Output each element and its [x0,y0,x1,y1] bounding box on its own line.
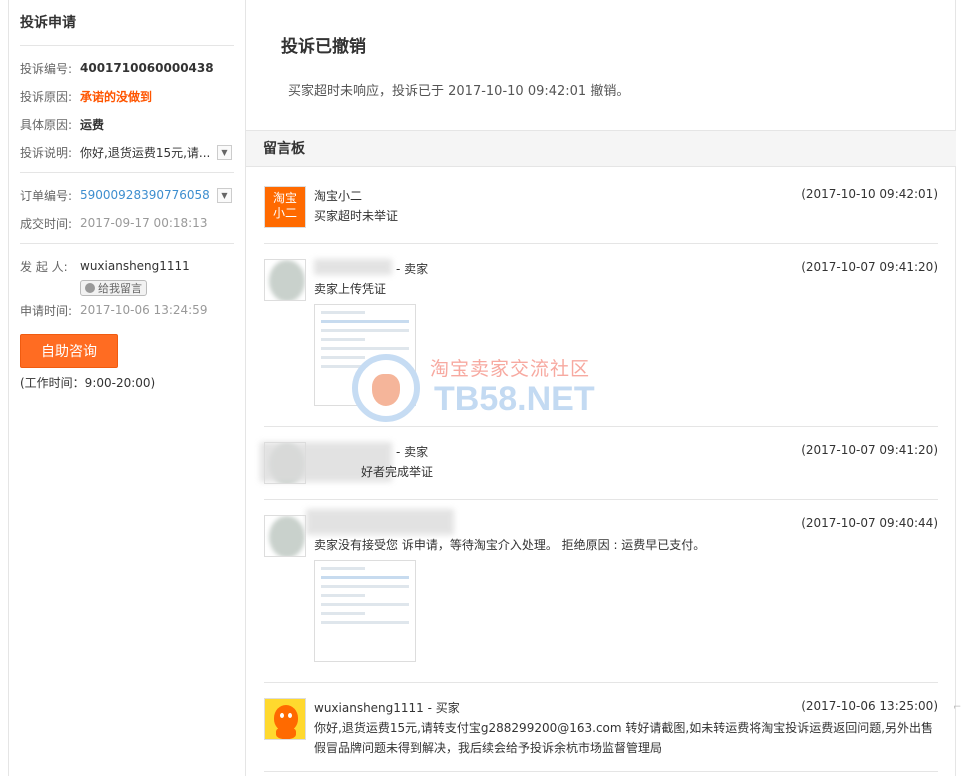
desc-value: 你好,退货运费15元,请... [80,145,211,160]
deal-time-label: 成交时间: [20,216,73,231]
order-no-link[interactable]: 59000928390776058 [80,188,210,202]
message-item: wuxiansheng1111 - 买家 (2017-10-06 13:25:0… [264,698,938,772]
message-text: 你好,退货运费15元,请转支付宝g288299200@163.com 转好请截图… [314,721,934,755]
complaint-info-section: 投诉编号: 4001710060000438 投诉原因: 承诺的没做到 具体原因… [20,46,234,173]
leave-message-label: 给我留言 [98,282,142,295]
message-time: (2017-10-07 09:41:20) [801,260,938,274]
message-author: - 卖家 [396,262,429,276]
blurred-name [314,259,392,275]
apply-time-label: 申请时间: [20,303,73,318]
order-no-row: 订单编号: 59000928390776058 ▼ [20,181,234,209]
order-no-label: 订单编号: [20,188,73,203]
resize-handle-icon: ⌐ [953,702,961,713]
initiator-value: wuxiansheng1111 [80,259,190,273]
message-item: - 卖家 (2017-10-07 09:41:20) 卖家上传凭证 [264,259,938,427]
message-time: (2017-10-10 09:42:01) [801,187,938,201]
status-title: 投诉已撤销 [281,37,366,57]
deal-time-value: 2017-09-17 00:18:13 [80,216,208,230]
initiator-row: 发 起 人: wuxiansheng1111 [20,252,234,280]
reason-label: 投诉原因: [20,89,73,104]
message-board-header: 留言板 [246,130,956,167]
evidence-thumbnail[interactable] [314,560,416,662]
message-item: - 卖家 (2017-10-07 09:41:20) 好者完成举证 [260,442,938,500]
message-item: (2017-10-07 09:40:44) 卖家没有接受您 诉申请，等待淘宝介入… [264,509,938,683]
message-author: - 卖家 [396,445,429,459]
message-time: (2017-10-07 09:41:20) [801,443,938,457]
seller-avatar [264,515,306,557]
message-text: 买家超时未举证 [314,209,399,223]
desc-row: 投诉说明: 你好,退货运费15元,请... ▼ [20,138,234,166]
initiator-section: 发 起 人: wuxiansheng1111 给我留言 申请时间: 2017-1… [20,244,234,397]
reason-value: 承诺的没做到 [80,89,153,104]
message-text: 卖家没有接受您 诉申请，等待淘宝介入处理。 拒绝原因 : 运费早已支付。 [314,538,706,552]
deal-time-row: 成交时间: 2017-09-17 00:18:13 [20,209,234,237]
chevron-down-icon: ▼ [221,191,228,200]
evidence-thumbnail[interactable] [314,304,416,406]
message-time: (2017-10-06 13:25:00) [801,699,938,713]
chat-bubble-icon [85,283,95,293]
message-time: (2017-10-07 09:40:44) [801,516,938,530]
detail-reason-label: 具体原因: [20,117,73,132]
complaint-no-value: 4001710060000438 [80,61,214,75]
blurred-name [306,509,454,535]
message-author: wuxiansheng1111 - 买家 [314,701,460,715]
seller-avatar [264,259,306,301]
complaint-no-row: 投诉编号: 4001710060000438 [20,54,234,82]
message-item: 淘宝 小二 淘宝小二 (2017-10-10 09:42:01) 买家超时未举证 [264,186,938,244]
message-author: 淘宝小二 [314,189,363,203]
buyer-avatar [264,698,306,740]
reason-row: 投诉原因: 承诺的没做到 [20,82,234,110]
message-text: 卖家上传凭证 [314,282,387,296]
work-time-text: (工作时间：9:00-20:00) [20,376,156,390]
complaint-main: 投诉已撤销 买家超时未响应，投诉已于 2017-10-10 09:42:01 撤… [246,0,956,776]
leave-message-button[interactable]: 给我留言 [80,280,147,296]
apply-time-row: 申请时间: 2017-10-06 13:24:59 [20,296,234,324]
complaint-no-label: 投诉编号: [20,61,73,76]
sidebar-title: 投诉申请 [20,0,234,46]
complaint-sidebar: 投诉申请 投诉编号: 4001710060000438 投诉原因: 承诺的没做到… [8,0,246,776]
status-description: 买家超时未响应，投诉已于 2017-10-10 09:42:01 撤销。 [288,84,630,99]
order-expand-button[interactable]: ▼ [217,188,232,203]
desc-expand-button[interactable]: ▼ [217,145,232,160]
initiator-label: 发 起 人: [20,259,68,274]
message-text: 好者完成举证 [361,465,434,479]
detail-reason-row: 具体原因: 运费 [20,110,234,138]
self-consult-button[interactable]: 自助咨询 [20,334,118,368]
xiaoer-avatar: 淘宝 小二 [264,186,306,228]
desc-label: 投诉说明: [20,145,73,160]
order-info-section: 订单编号: 59000928390776058 ▼ 成交时间: 2017-09-… [20,173,234,244]
detail-reason-value: 运费 [80,117,105,132]
apply-time-value: 2017-10-06 13:24:59 [80,303,208,317]
chevron-down-icon: ▼ [221,148,228,157]
